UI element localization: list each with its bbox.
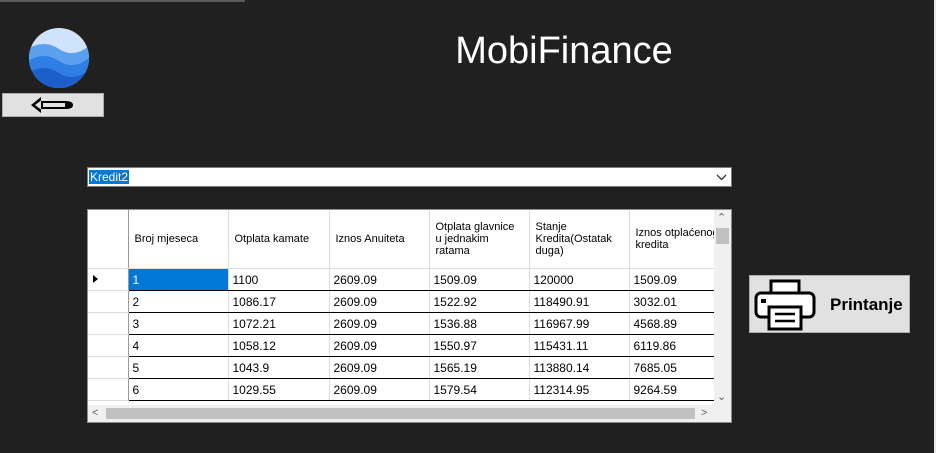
- horizontal-scroll-thumb[interactable]: [106, 408, 695, 419]
- table-row[interactable]: 1 1100 2609.09 1509.09 120000 1509.09: [88, 268, 730, 291]
- table-cell[interactable]: 1043.9: [228, 356, 330, 379]
- table-cell[interactable]: 116967.99: [529, 312, 630, 335]
- scroll-right-icon[interactable]: >: [701, 408, 707, 419]
- table-cell[interactable]: 1565.19: [429, 356, 530, 379]
- table-cell[interactable]: 1: [128, 268, 229, 291]
- table-cell[interactable]: 1029.55: [228, 378, 330, 401]
- column-header[interactable]: Otplata kamate: [228, 210, 330, 269]
- app-title: MobiFinance: [455, 30, 673, 72]
- table-cell[interactable]: 6: [128, 378, 229, 401]
- row-header-corner: [88, 210, 129, 269]
- column-header[interactable]: Stanje Kredita(Ostatak duga): [529, 210, 630, 269]
- table-cell[interactable]: 2609.09: [329, 334, 430, 357]
- row-header[interactable]: [88, 334, 129, 357]
- table-cell[interactable]: 1550.97: [429, 334, 530, 357]
- window-top-strip: [0, 0, 245, 2]
- table-cell[interactable]: 5: [128, 356, 229, 379]
- printer-icon: [754, 279, 816, 331]
- table-cell[interactable]: 2609.09: [329, 312, 430, 335]
- header-row: Broj mjeseca Otplata kamate Iznos Anuite…: [88, 210, 730, 269]
- table-cell[interactable]: 2609.09: [329, 290, 430, 313]
- table-cell[interactable]: 1579.54: [429, 378, 530, 401]
- row-header[interactable]: [88, 356, 129, 379]
- chevron-down-icon: [716, 174, 727, 181]
- table-row[interactable]: 3 1072.21 2609.09 1536.88 116967.99 4568…: [88, 312, 730, 335]
- table-cell[interactable]: 1072.21: [228, 312, 330, 335]
- row-header[interactable]: [88, 378, 129, 401]
- column-header[interactable]: Broj mjeseca: [128, 210, 229, 269]
- vertical-scroll-thumb[interactable]: [716, 228, 729, 244]
- table-cell[interactable]: 1536.88: [429, 312, 530, 335]
- table-row[interactable]: 2 1086.17 2609.09 1522.92 118490.91 3032…: [88, 290, 730, 313]
- table-cell[interactable]: 1509.09: [429, 268, 530, 291]
- table-cell[interactable]: 2609.09: [329, 268, 430, 291]
- table-cell[interactable]: 120000: [529, 268, 630, 291]
- scrollbar-corner: [714, 405, 731, 422]
- table-cell[interactable]: 113880.14: [529, 356, 630, 379]
- app-logo-icon: [29, 28, 89, 88]
- table-cell[interactable]: 2609.09: [329, 378, 430, 401]
- print-button[interactable]: Printanje: [749, 275, 910, 333]
- back-arrow-icon: [31, 97, 73, 113]
- table-row[interactable]: 6 1029.55 2609.09 1579.54 112314.95 9264…: [88, 378, 730, 401]
- scroll-left-icon[interactable]: <: [92, 408, 98, 419]
- table-cell[interactable]: 112314.95: [529, 378, 630, 401]
- row-header[interactable]: [88, 290, 129, 313]
- table-cell[interactable]: 1100: [228, 268, 330, 291]
- table-cell[interactable]: 115431.11: [529, 334, 630, 357]
- vertical-scrollbar[interactable]: ⌃ ⌄: [714, 210, 731, 406]
- column-header[interactable]: Otplata glavnice u jednakim ratama: [429, 210, 530, 269]
- table-row[interactable]: 5 1043.9 2609.09 1565.19 113880.14 7685.…: [88, 356, 730, 379]
- current-row-indicator-icon[interactable]: [88, 268, 129, 291]
- table-cell[interactable]: 2: [128, 290, 229, 313]
- scroll-down-icon[interactable]: ⌄: [717, 392, 726, 403]
- table-cell[interactable]: 2609.09: [329, 356, 430, 379]
- scroll-up-icon[interactable]: ⌃: [717, 213, 726, 224]
- row-header[interactable]: [88, 312, 129, 335]
- table-cell[interactable]: 4: [128, 334, 229, 357]
- print-button-label: Printanje: [830, 295, 903, 314]
- loan-select[interactable]: Kredit2: [87, 167, 732, 187]
- back-button[interactable]: [2, 93, 104, 117]
- horizontal-scrollbar[interactable]: < >: [88, 405, 714, 422]
- loan-select-value: Kredit2: [89, 170, 130, 184]
- table-cell[interactable]: 1058.12: [228, 334, 330, 357]
- column-header[interactable]: Iznos Anuiteta: [329, 210, 430, 269]
- amortization-table: Broj mjeseca Otplata kamate Iznos Anuite…: [88, 210, 730, 401]
- table-cell[interactable]: 1086.17: [228, 290, 330, 313]
- table-cell[interactable]: 1522.92: [429, 290, 530, 313]
- amortization-grid[interactable]: Broj mjeseca Otplata kamate Iznos Anuite…: [87, 209, 732, 423]
- table-row[interactable]: 4 1058.12 2609.09 1550.97 115431.11 6119…: [88, 334, 730, 357]
- table-cell[interactable]: 118490.91: [529, 290, 630, 313]
- table-cell[interactable]: 3: [128, 312, 229, 335]
